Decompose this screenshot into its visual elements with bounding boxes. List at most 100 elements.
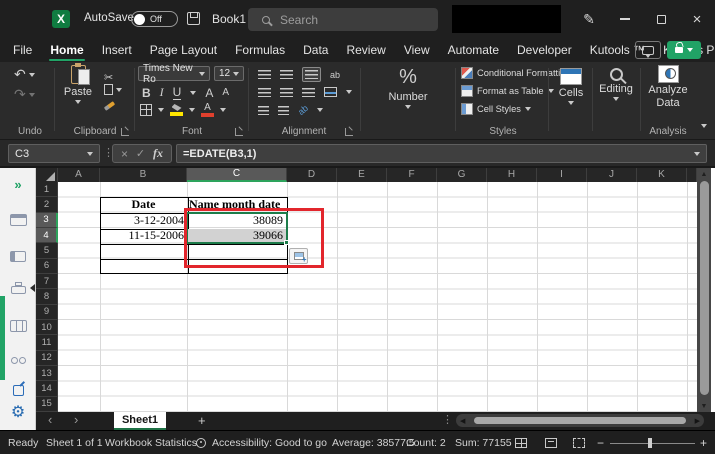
analyze-data-button[interactable]: Analyze Data — [643, 65, 693, 108]
increase-indent-button[interactable] — [278, 106, 289, 115]
tabbar-grip-icon[interactable]: ⋮ — [442, 413, 453, 426]
minimize-button[interactable] — [608, 0, 642, 38]
undo-button[interactable]: ↶ — [14, 66, 35, 83]
tab-page-layout[interactable]: Page Layout — [141, 38, 226, 62]
number-format-button[interactable]: % Number — [364, 66, 452, 109]
gear-icon[interactable]: ⚙ — [6, 400, 30, 424]
row-header-3[interactable]: 3 — [36, 213, 58, 228]
row-header-10[interactable]: 10 — [36, 320, 58, 335]
col-header-e[interactable]: E — [337, 168, 387, 182]
tab-data[interactable]: Data — [294, 38, 337, 62]
comments-button[interactable] — [635, 41, 661, 59]
tab-formulas[interactable]: Formulas — [226, 38, 294, 62]
fill-color-button[interactable] — [170, 104, 183, 116]
col-header-c[interactable]: C — [187, 168, 287, 182]
row-header-5[interactable]: 5 — [36, 243, 58, 258]
open-external-icon[interactable] — [6, 378, 30, 402]
collapse-pane-arrow-icon[interactable] — [30, 284, 35, 292]
tab-automate[interactable]: Automate — [439, 38, 508, 62]
row-header-15[interactable]: 15 — [36, 397, 58, 412]
format-painter-button[interactable] — [104, 104, 115, 108]
row-header-2[interactable]: 2 — [36, 197, 58, 212]
scroll-up-icon[interactable]: ▲ — [697, 168, 711, 180]
binoculars-icon[interactable] — [6, 348, 30, 372]
font-color-menu[interactable] — [220, 108, 226, 112]
cell-b2[interactable]: Date — [100, 197, 187, 212]
format-as-table-button[interactable]: Format as Table — [461, 85, 554, 97]
scroll-down-icon[interactable]: ▼ — [697, 400, 711, 412]
bottom-align-button[interactable] — [302, 67, 321, 82]
align-right-button[interactable] — [302, 88, 315, 97]
pen-icon[interactable]: ✎ — [572, 0, 606, 38]
copy-button[interactable] — [104, 84, 122, 95]
autosave-toggle[interactable]: Off — [131, 11, 178, 27]
merge-center-icon[interactable] — [324, 87, 337, 97]
expand-pane-button[interactable]: » — [6, 172, 30, 196]
paste-button[interactable]: Paste — [60, 65, 96, 104]
cell-b4[interactable]: 11-15-2006 — [100, 228, 184, 243]
underline-menu[interactable] — [190, 91, 196, 95]
maximize-button[interactable] — [644, 0, 678, 38]
normal-view-button[interactable] — [515, 438, 527, 448]
orientation-button[interactable]: ab — [296, 103, 310, 117]
top-align-button[interactable] — [258, 70, 271, 79]
zoom-in-button[interactable]: + — [700, 431, 707, 454]
font-name-select[interactable]: Times New Ro — [138, 66, 210, 81]
horizontal-scrollbar[interactable]: ◀ ▶ — [456, 414, 704, 427]
page-layout-view-button[interactable] — [545, 438, 557, 448]
col-header-h[interactable]: H — [487, 168, 537, 182]
row-header-8[interactable]: 8 — [36, 289, 58, 304]
row-header-11[interactable]: 11 — [36, 335, 58, 350]
editing-button[interactable]: Editing — [595, 68, 637, 101]
excel-logo-icon[interactable]: X — [52, 10, 70, 28]
align-left-button[interactable] — [258, 88, 271, 97]
worksheet-pane-icon[interactable] — [6, 208, 30, 232]
column-list-icon[interactable] — [6, 314, 30, 338]
borders-menu[interactable] — [158, 108, 164, 112]
scroll-right-icon[interactable]: ▶ — [695, 417, 700, 425]
font-dialog-launcher[interactable] — [235, 128, 243, 136]
col-header-j[interactable]: J — [587, 168, 637, 182]
next-sheet-button[interactable]: › — [74, 412, 78, 430]
scroll-left-icon[interactable]: ◀ — [460, 417, 465, 425]
row-header-1[interactable]: 1 — [36, 182, 58, 197]
col-header-f[interactable]: F — [387, 168, 437, 182]
workbook-statistics[interactable]: Workbook Statistics — [105, 431, 197, 454]
select-all-corner[interactable] — [36, 168, 58, 182]
pane-scroll-indicator[interactable] — [0, 296, 5, 380]
shrink-font-button[interactable]: A — [222, 87, 229, 98]
zoom-out-button[interactable]: − — [597, 431, 604, 454]
col-header-b[interactable]: B — [100, 168, 187, 182]
tab-developer[interactable]: Developer — [508, 38, 581, 62]
wrap-text-button[interactable]: ab — [330, 70, 340, 80]
zoom-slider-thumb[interactable] — [648, 438, 652, 448]
align-center-button[interactable] — [280, 88, 293, 97]
bold-button[interactable]: B — [142, 86, 151, 100]
row-header-13[interactable]: 13 — [36, 366, 58, 381]
collapse-ribbon-button[interactable] — [701, 115, 707, 133]
italic-button[interactable]: I — [160, 85, 164, 100]
autofill-options-button[interactable] — [289, 248, 308, 264]
middle-align-button[interactable] — [280, 70, 293, 79]
font-color-button[interactable]: A — [201, 103, 214, 117]
cell-b3[interactable]: 3-12-2004 — [100, 213, 184, 228]
font-size-select[interactable]: 12 — [214, 66, 244, 81]
worksheet-grid[interactable]: A B C D E F G H I J K 1 2 3 4 5 6 7 8 9 … — [36, 168, 715, 412]
row-header-12[interactable]: 12 — [36, 351, 58, 366]
formula-input[interactable]: =EDATE(B3,1) — [176, 144, 707, 163]
borders-icon[interactable] — [140, 104, 152, 116]
row-header-14[interactable]: 14 — [36, 381, 58, 396]
add-sheet-button[interactable]: + — [198, 413, 206, 428]
clipboard-dialog-launcher[interactable] — [121, 128, 129, 136]
col-header-k[interactable]: K — [637, 168, 687, 182]
fill-color-menu[interactable] — [189, 108, 195, 112]
prev-sheet-button[interactable]: ‹ — [48, 412, 52, 430]
cancel-formula-button[interactable]: × — [121, 147, 128, 161]
grow-font-button[interactable]: A — [205, 86, 213, 100]
row-header-4[interactable]: 4 — [36, 228, 58, 243]
bookmark-pane-icon[interactable] — [6, 244, 30, 268]
insert-function-button[interactable]: fx — [153, 146, 163, 161]
col-header-g[interactable]: G — [437, 168, 487, 182]
tab-insert[interactable]: Insert — [93, 38, 141, 62]
merge-center-menu[interactable] — [346, 90, 352, 94]
